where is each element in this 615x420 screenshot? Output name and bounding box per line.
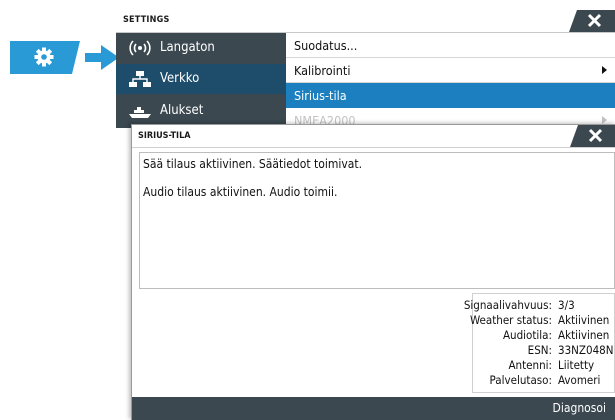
info-value: Avomeri — [558, 373, 601, 387]
info-key: Antenni: — [508, 358, 552, 372]
info-key: Palvelutaso: — [489, 373, 552, 387]
dialog-footer: Diagnosoi — [132, 397, 615, 420]
menu-item-sirius-tila[interactable]: Sirius-tila — [286, 83, 615, 108]
sidebar-item-verkko[interactable]: Verkko — [116, 64, 286, 94]
audio-status-message: Audio tilaus aktiivinen. Audio toimii. — [143, 185, 338, 199]
info-value: Aktiivinen — [558, 313, 610, 327]
sidebar-item-alukset[interactable]: Alukset — [116, 96, 286, 126]
close-icon[interactable] — [569, 10, 615, 32]
info-row-weather: Weather status: Aktiivinen — [469, 313, 614, 327]
menu-item-label: Sirius-tila — [294, 88, 347, 103]
sirius-status-dialog: SIRIUS-TILA Sää tilaus aktiivinen. Sääti… — [131, 124, 615, 420]
sidebar-item-label: Alukset — [160, 103, 204, 118]
info-key: ESN: — [527, 343, 552, 357]
settings-title: SETTINGS — [123, 15, 170, 25]
info-row-antenna: Antenni: Liitetty — [473, 358, 614, 372]
info-value: Aktiivinen — [558, 328, 610, 342]
menu-item-label: Suodatus... — [294, 38, 358, 53]
chevron-right-icon — [602, 116, 607, 124]
settings-launcher-button[interactable] — [10, 41, 80, 74]
info-row-esn: ESN: 33NZ048N — [473, 343, 614, 357]
info-row-service-level: Palvelutaso: Avomeri — [473, 373, 614, 387]
divider — [132, 147, 615, 148]
arrow-right-icon — [85, 45, 119, 70]
chevron-right-icon — [602, 66, 607, 74]
dialog-title: SIRIUS-TILA — [138, 131, 191, 141]
info-key: Audiotila: — [502, 328, 552, 342]
vessels-icon — [129, 107, 151, 118]
status-info-box: Signaalivahvuus: 3/3 Weather status: Akt… — [464, 293, 615, 393]
gear-icon — [34, 47, 54, 67]
info-key: Weather status: — [469, 313, 552, 327]
settings-title-bar: SETTINGS — [116, 10, 615, 33]
weather-status-message: Sää tilaus aktiivinen. Säätiedot toimiva… — [143, 157, 363, 171]
menu-item-label: Kalibrointi — [294, 63, 351, 78]
info-value: 33NZ048N — [558, 343, 614, 357]
settings-window: SETTINGS Langaton Verkko Alukset Suodatu… — [116, 10, 615, 128]
close-icon[interactable] — [570, 125, 615, 147]
sidebar-item-label: Verkko — [160, 71, 200, 86]
menu-item-suodatus[interactable]: Suodatus... — [286, 33, 615, 58]
info-value: 3/3 — [558, 298, 575, 312]
menu-item-kalibrointi[interactable]: Kalibrointi — [286, 58, 615, 83]
diagnostics-button[interactable]: Diagnosoi — [553, 401, 606, 415]
info-key: Signaalivahvuus: — [463, 298, 552, 312]
info-row-audio: Audiotila: Aktiivinen — [473, 328, 614, 342]
settings-menu: Suodatus... Kalibrointi Sirius-tila NMEA… — [286, 33, 615, 128]
info-value: Liitetty — [558, 358, 595, 372]
status-messages-box: Sää tilaus aktiivinen. Säätiedot toimiva… — [139, 152, 615, 289]
network-icon — [129, 71, 151, 87]
wireless-icon — [129, 40, 151, 56]
sidebar-item-label: Langaton — [160, 40, 215, 55]
info-row-signal: Signaalivahvuus: 3/3 — [464, 298, 614, 312]
sidebar-item-langaton[interactable]: Langaton — [116, 33, 286, 63]
